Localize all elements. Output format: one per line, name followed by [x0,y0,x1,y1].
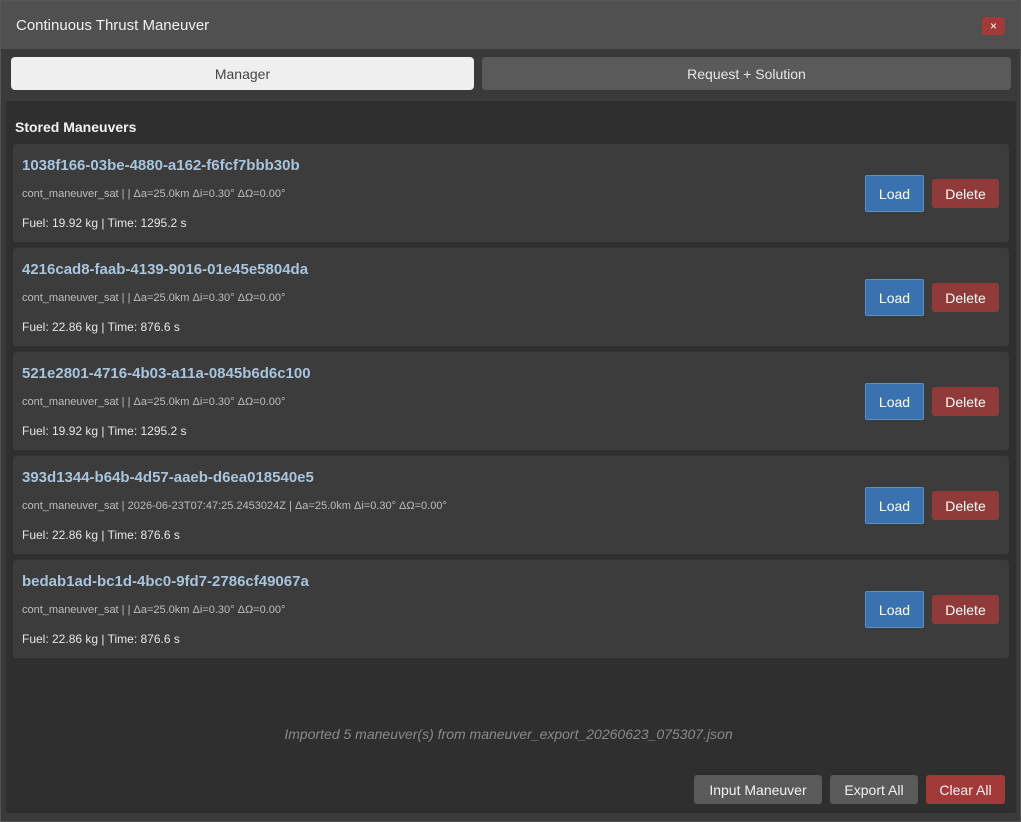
maneuver-id: bedab1ad-bc1d-4bc0-9fd7-2786cf49067a [22,573,309,590]
load-button[interactable]: Load [865,487,924,524]
close-button[interactable]: × [982,17,1005,35]
maneuver-fuel-time: Fuel: 19.92 kg | Time: 1295.2 s [22,216,187,230]
maneuver-fuel-time: Fuel: 22.86 kg | Time: 876.6 s [22,632,180,646]
delete-button[interactable]: Delete [932,491,999,520]
maneuver-id: 1038f166-03be-4880-a162-f6fcf7bbb30b [22,157,300,174]
delete-button[interactable]: Delete [932,283,999,312]
maneuver-meta: cont_maneuver_sat | | Δa=25.0km Δi=0.30°… [22,396,286,408]
close-icon: × [989,19,997,33]
maneuver-id: 4216cad8-faab-4139-9016-01e45e5804da [22,261,309,278]
maneuver-card: 393d1344-b64b-4d57-aaeb-d6ea018540e5 con… [13,456,1009,554]
load-button[interactable]: Load [865,279,924,316]
maneuver-card: bedab1ad-bc1d-4bc0-9fd7-2786cf49067a con… [13,560,1009,658]
section-title: Stored Maneuvers [15,119,137,135]
maneuver-id: 521e2801-4716-4b03-a11a-0845b6d6c100 [22,365,311,382]
maneuver-card: 4216cad8-faab-4139-9016-01e45e5804da con… [13,248,1009,346]
maneuver-meta: cont_maneuver_sat | 2026-06-23T07:47:25.… [22,500,447,512]
tab-request-solution[interactable]: Request + Solution [482,57,1011,90]
load-button[interactable]: Load [865,591,924,628]
delete-button[interactable]: Delete [932,595,999,624]
clear-all-button[interactable]: Clear All [926,775,1005,804]
maneuver-fuel-time: Fuel: 19.92 kg | Time: 1295.2 s [22,424,187,438]
maneuver-fuel-time: Fuel: 22.86 kg | Time: 876.6 s [22,320,180,334]
maneuver-id: 393d1344-b64b-4d57-aaeb-d6ea018540e5 [22,469,314,486]
maneuver-window: Continuous Thrust Maneuver × Manager Req… [0,0,1021,822]
export-all-button[interactable]: Export All [830,775,918,804]
tab-manager[interactable]: Manager [11,57,474,90]
maneuver-meta: cont_maneuver_sat | | Δa=25.0km Δi=0.30°… [22,604,286,616]
load-button[interactable]: Load [865,383,924,420]
status-message: Imported 5 maneuver(s) from maneuver_exp… [284,726,733,742]
window-title: Continuous Thrust Maneuver [16,17,210,34]
maneuver-meta: cont_maneuver_sat | | Δa=25.0km Δi=0.30°… [22,292,286,304]
maneuver-card: 1038f166-03be-4880-a162-f6fcf7bbb30b con… [13,144,1009,242]
maneuver-fuel-time: Fuel: 22.86 kg | Time: 876.6 s [22,528,180,542]
delete-button[interactable]: Delete [932,179,999,208]
load-button[interactable]: Load [865,175,924,212]
maneuver-card: 521e2801-4716-4b03-a11a-0845b6d6c100 con… [13,352,1009,450]
delete-button[interactable]: Delete [932,387,999,416]
maneuver-meta: cont_maneuver_sat | | Δa=25.0km Δi=0.30°… [22,188,286,200]
title-bar[interactable]: Continuous Thrust Maneuver × [1,1,1020,49]
input-maneuver-button[interactable]: Input Maneuver [694,775,822,804]
